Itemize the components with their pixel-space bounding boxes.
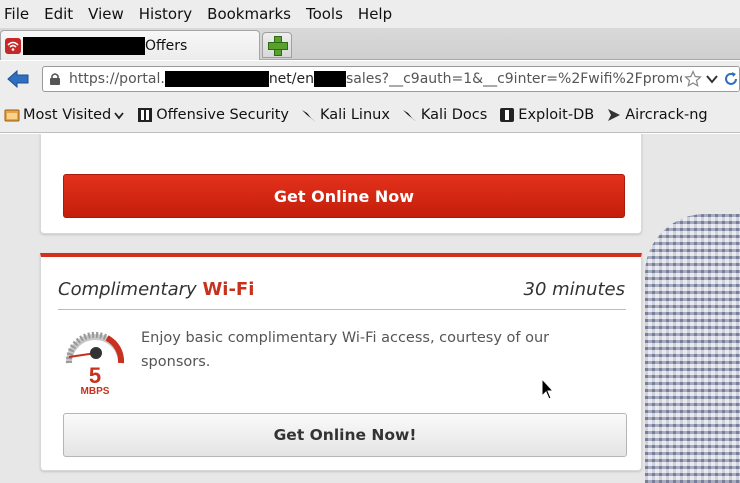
bookmark-label: Exploit-DB (518, 106, 595, 123)
menu-bar: File Edit View History Bookmarks Tools H… (0, 0, 740, 28)
page-content: Get Online Now Complimentary Wi-Fi 30 mi… (0, 134, 740, 483)
kali-icon (402, 109, 417, 122)
menu-help[interactable]: Help (358, 5, 392, 23)
lock-icon (50, 73, 60, 85)
star-icon[interactable] (684, 70, 702, 88)
new-tab-button[interactable] (262, 32, 292, 58)
reload-icon[interactable] (723, 71, 739, 87)
kali-icon (302, 109, 317, 122)
get-online-now-button[interactable]: Get Online Now (63, 174, 625, 218)
bookmark-most-visited[interactable]: Most Visited (4, 107, 125, 123)
redacted-text (164, 71, 269, 87)
tab-bar: Offers (0, 28, 740, 60)
menu-file[interactable]: File (4, 5, 29, 23)
bookmark-offensive-security[interactable]: Offensive Security (137, 107, 289, 123)
wifi-favicon-icon (5, 37, 21, 54)
bookmark-label: Aircrack-ng (625, 106, 708, 123)
bookmark-label: Kali Linux (320, 106, 390, 123)
offsec-icon (138, 107, 153, 122)
wifi-description: Enjoy basic complimentary Wi-Fi access, … (141, 330, 550, 370)
bookmark-kali-docs[interactable]: Kali Docs (402, 107, 487, 123)
aircrack-icon (608, 108, 621, 121)
back-button[interactable] (4, 65, 32, 93)
plus-icon (268, 36, 288, 56)
bookmark-kali-linux[interactable]: Kali Linux (301, 107, 390, 123)
browser-tab[interactable]: Offers (0, 30, 260, 60)
speed-gauge-icon: 5 MBPS (65, 331, 125, 395)
wifi-card-title: Complimentary Wi-Fi (58, 279, 254, 300)
bookmark-label: Offensive Security (156, 106, 290, 123)
bookmarks-toolbar: Most Visited Offensive Security Kali Lin… (0, 97, 740, 133)
redacted-text (23, 36, 145, 55)
url-text-path: sales?__c9auth=1&__c9inter=%2Fwifi%2Fpro… (346, 71, 688, 87)
most-visited-icon (4, 109, 20, 121)
mouse-cursor-icon (541, 378, 555, 400)
chevron-down-icon (114, 111, 124, 119)
url-text-host-end: net/en (268, 71, 314, 87)
menu-tools[interactable]: Tools (306, 5, 343, 23)
menu-edit[interactable]: Edit (44, 5, 73, 23)
bookmark-exploit-db[interactable]: Exploit-DB (499, 107, 594, 123)
get-online-now-free-button[interactable]: Get Online Now! (63, 413, 627, 457)
bookmark-label: Most Visited (23, 106, 112, 123)
speed-unit: MBPS (81, 386, 110, 395)
tab-title: Offers (145, 37, 188, 54)
speed-value: 5 (89, 363, 101, 388)
url-text-start: https://portal. (69, 71, 165, 87)
offer-card-top: Get Online Now (40, 134, 642, 234)
complimentary-wifi-card: Complimentary Wi-Fi 30 minutes 5 MBPS En… (40, 253, 642, 471)
url-bar[interactable]: https://portal. net/en sales?__c9auth=1&… (42, 66, 740, 92)
background-photo (645, 214, 740, 483)
back-arrow-icon (7, 70, 29, 88)
wifi-title-prefix: Complimentary (58, 279, 197, 300)
bookmark-label: Kali Docs (420, 106, 488, 123)
wifi-duration: 30 minutes (523, 279, 626, 300)
redacted-text (314, 71, 346, 87)
menu-bookmarks[interactable]: Bookmarks (207, 5, 291, 23)
wifi-title-accent: Wi-Fi (202, 279, 255, 300)
url-tools (682, 67, 739, 91)
exploitdb-icon (500, 107, 515, 122)
navigation-bar: https://portal. net/en sales?__c9auth=1&… (0, 61, 740, 97)
menu-history[interactable]: History (139, 5, 192, 23)
bookmark-aircrack-ng[interactable]: Aircrack-ng (606, 106, 708, 123)
divider (58, 309, 626, 310)
menu-view[interactable]: View (88, 5, 124, 23)
chevron-down-icon[interactable] (705, 72, 719, 86)
